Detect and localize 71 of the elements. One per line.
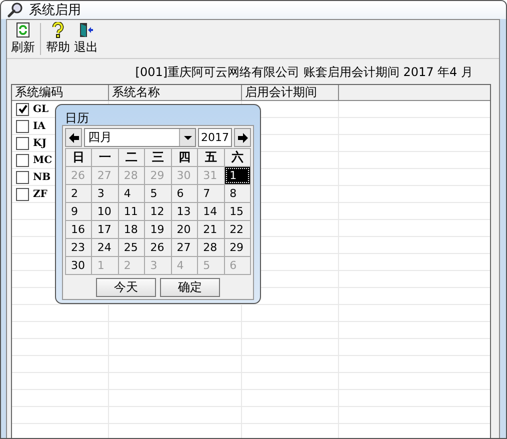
window-title: 系统启用	[29, 2, 81, 19]
day-cell[interactable]: 2	[66, 185, 92, 202]
magnifier-icon	[7, 2, 23, 18]
weekday-label: 一	[92, 149, 118, 166]
weekday-label: 六	[224, 149, 250, 166]
checkbox[interactable]	[16, 120, 29, 132]
day-cell[interactable]: 11	[118, 203, 144, 220]
day-cell[interactable]: 4	[118, 185, 144, 202]
system-code: MC	[33, 154, 52, 166]
day-cell[interactable]: 15	[224, 203, 250, 220]
today-button[interactable]: 今天	[96, 278, 156, 297]
day-cell[interactable]: 20	[172, 221, 198, 238]
ok-button[interactable]: 确定	[160, 278, 220, 297]
checkbox[interactable]	[16, 136, 29, 150]
day-cell[interactable]: 27	[172, 239, 198, 256]
day-cell[interactable]: 22	[224, 221, 250, 238]
day-cell[interactable]: 10	[92, 203, 118, 220]
system-code: GL	[33, 104, 49, 114]
day-cell[interactable]: 14	[198, 203, 224, 220]
door-exit-icon	[78, 22, 94, 38]
day-cell[interactable]: 23	[66, 239, 92, 256]
day-cell[interactable]: 24	[92, 239, 118, 256]
popup-title: 日历	[64, 111, 90, 125]
day-cell[interactable]: 21	[198, 221, 224, 238]
day-cell[interactable]: 9	[66, 203, 92, 220]
weekday-label: 五	[198, 149, 224, 166]
day-cell[interactable]: 6	[172, 185, 198, 202]
checkbox[interactable]	[16, 102, 29, 116]
checkbox[interactable]	[16, 188, 29, 200]
month-dropdown[interactable]: 四月	[84, 128, 196, 147]
question-mark-icon	[50, 22, 66, 38]
year-field[interactable]: 2017	[198, 128, 232, 147]
day-cell[interactable]: 13	[172, 203, 198, 220]
day-cell[interactable]: 5	[145, 185, 171, 202]
day-cell[interactable]: 18	[118, 221, 144, 238]
weekday-label: 三	[145, 149, 171, 166]
day-cell[interactable]: 29	[224, 239, 250, 256]
system-code: IA	[33, 120, 46, 132]
day-cell[interactable]: 3	[92, 185, 118, 202]
right-arrow-icon	[236, 132, 248, 144]
system-code: ZF	[33, 188, 48, 200]
next-month-button[interactable]	[234, 128, 251, 147]
checkbox[interactable]	[16, 154, 29, 166]
day-cell[interactable]: 7	[198, 185, 224, 202]
weekday-label: 二	[118, 149, 144, 166]
system-code: KJ	[33, 138, 46, 148]
day-cell[interactable]: 8	[224, 185, 250, 202]
column-header[interactable]: 系统名称	[109, 85, 242, 100]
column-header[interactable]: 系统编码	[12, 85, 109, 100]
day-cell[interactable]: 17	[92, 221, 118, 238]
day-cell[interactable]: 28	[198, 239, 224, 256]
day-cell[interactable]: 12	[145, 203, 171, 220]
day-cell[interactable]: 19	[145, 221, 171, 238]
day-cell[interactable]: 1	[224, 167, 250, 184]
account-info: [001]重庆阿可云网络有限公司 账套启用会计期间 2017 年4 月	[134, 64, 474, 81]
column-header[interactable]: 启用会计期间	[242, 85, 339, 100]
day-cell[interactable]: 16	[66, 221, 92, 238]
system-code: NB	[33, 172, 51, 182]
day-cell[interactable]: 30	[66, 257, 92, 274]
checkbox[interactable]	[16, 170, 29, 184]
day-cell[interactable]: 25	[118, 239, 144, 256]
refresh-icon	[15, 22, 31, 38]
weekday-label: 四	[172, 149, 198, 166]
day-cell[interactable]: 26	[145, 239, 171, 256]
left-arrow-icon	[68, 132, 80, 144]
weekday-label: 日	[66, 149, 92, 166]
dropdown-caret-icon	[184, 136, 192, 140]
help-button[interactable]: 帮助	[44, 20, 72, 58]
exit-button[interactable]: 退出	[72, 20, 100, 58]
refresh-button[interactable]: 刷新	[9, 20, 37, 58]
previous-month-button[interactable]	[65, 128, 82, 147]
